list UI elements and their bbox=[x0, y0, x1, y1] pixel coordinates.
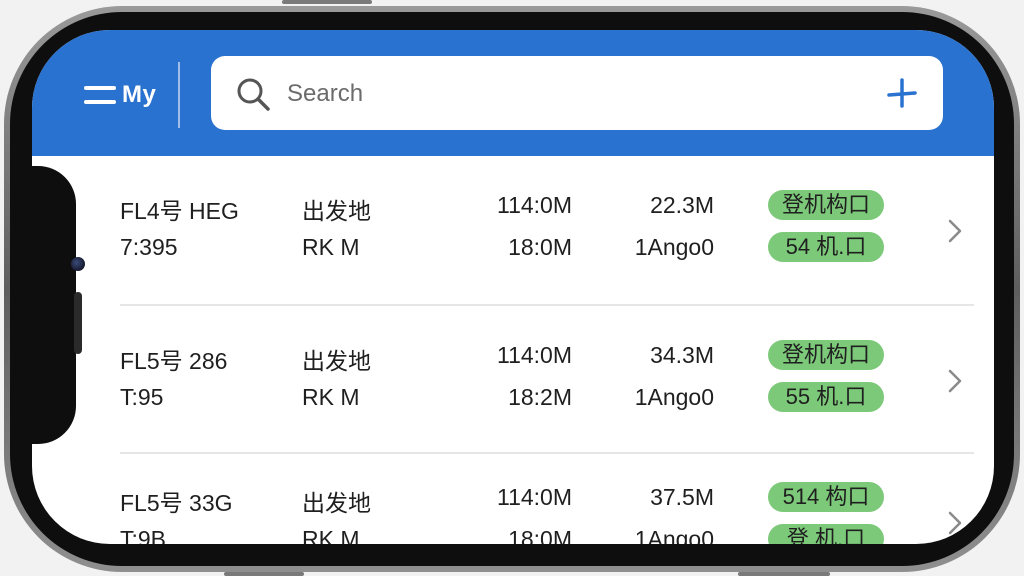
gate-badge: 登机构口 bbox=[768, 190, 884, 220]
front-camera bbox=[71, 257, 85, 271]
distance-primary: 34.3M bbox=[650, 342, 714, 368]
origin-label: 出发地 bbox=[302, 348, 371, 374]
app-header: My bbox=[32, 30, 994, 156]
flight-sub: T:9B bbox=[120, 526, 167, 544]
time-primary: 114:0M bbox=[496, 192, 572, 218]
chevron-right-icon[interactable] bbox=[944, 366, 966, 396]
phone-notch bbox=[32, 166, 76, 444]
origin-label: 出发地 bbox=[302, 198, 371, 224]
search-icon bbox=[237, 78, 270, 111]
distance-primary: 22.3M bbox=[650, 192, 714, 218]
list-item[interactable]: FL5号 33G T:9B 出发地 RK M 114:0M 18:0M 37.5… bbox=[32, 448, 994, 544]
origin-code: RK M bbox=[302, 384, 360, 410]
flight-sub: 7:395 bbox=[120, 234, 178, 260]
distance-secondary: 1Ango0 bbox=[634, 234, 714, 260]
distance-secondary: 1Ango0 bbox=[634, 384, 714, 410]
origin-code: RK M bbox=[302, 234, 360, 260]
time-secondary: 18:2M bbox=[508, 384, 572, 410]
volume-button-top bbox=[282, 0, 372, 4]
plus-icon[interactable] bbox=[885, 76, 919, 110]
header-divider bbox=[178, 62, 180, 128]
menu-button[interactable]: My bbox=[84, 78, 156, 112]
volume-button-bottom bbox=[224, 572, 304, 576]
search-bar[interactable] bbox=[211, 56, 943, 130]
origin-code: RK M bbox=[302, 526, 360, 544]
flight-number: FL4号 HEG bbox=[120, 198, 239, 224]
flight-number: FL5号 286 bbox=[120, 348, 228, 374]
time-secondary: 18:0M bbox=[508, 234, 572, 260]
speaker-grille bbox=[74, 292, 82, 354]
menu-label: My bbox=[122, 81, 157, 108]
gate-badge: 登机构口 bbox=[768, 340, 884, 370]
flight-sub: T:95 bbox=[120, 384, 164, 410]
time-primary: 114:0M bbox=[496, 484, 572, 510]
list-item[interactable]: FL5号 286 T:95 出发地 RK M 114:0M 18:2M 34.3… bbox=[32, 306, 994, 454]
chevron-right-icon[interactable] bbox=[944, 216, 966, 246]
hamburger-icon bbox=[84, 86, 116, 104]
power-button bbox=[738, 572, 830, 576]
distance-primary: 37.5M bbox=[650, 484, 714, 510]
gate-number-badge: 54 机.口 bbox=[768, 232, 884, 262]
gate-number-badge: 55 机.口 bbox=[768, 382, 884, 412]
flight-number: FL5号 33G bbox=[120, 490, 233, 516]
time-primary: 114:0M bbox=[496, 342, 572, 368]
search-input[interactable] bbox=[285, 74, 849, 114]
time-secondary: 18:0M bbox=[508, 526, 572, 544]
distance-secondary: 1Ango0 bbox=[634, 526, 714, 544]
list-item[interactable]: FL4号 HEG 7:395 出发地 RK M 114:0M 18:0M 22.… bbox=[32, 156, 994, 304]
gate-number-badge: 登 机.口 bbox=[768, 524, 884, 544]
screen: My FL4号 HEG 7:395 出发地 RK M 114:0M 18:0M bbox=[32, 30, 994, 544]
gate-badge: 514 构口 bbox=[768, 482, 884, 512]
origin-label: 出发地 bbox=[302, 490, 371, 516]
chevron-right-icon[interactable] bbox=[944, 508, 966, 538]
